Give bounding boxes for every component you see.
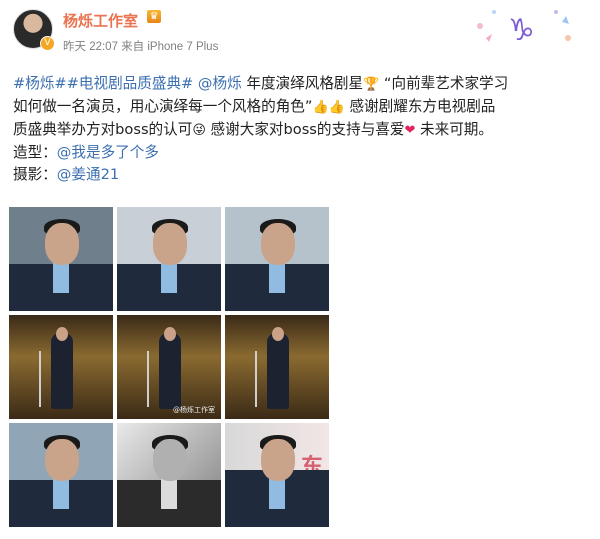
photo-thumbnail[interactable]: 东: [225, 423, 329, 527]
photo-thumbnail[interactable]: [9, 423, 113, 527]
photo-thumbnail[interactable]: [117, 423, 221, 527]
mention-link[interactable]: @姜通21: [57, 166, 119, 183]
post-header: V 杨烁工作室 ♛ 昨天 22:07 来自 iPhone 7 Plus ♑: [0, 0, 600, 62]
post-text: 感谢大家对boss的支持与喜爱: [205, 121, 405, 138]
author-name[interactable]: 杨烁工作室: [63, 10, 138, 31]
heart-icon: ❤: [404, 123, 416, 138]
photo-thumbnail[interactable]: [117, 207, 221, 311]
post-text: 质盛典举办方对boss的认可: [13, 121, 193, 138]
photo-thumbnail[interactable]: [9, 315, 113, 419]
post-text: 未来可期。: [415, 121, 493, 138]
thumbs-up-icon: 👍👍: [312, 100, 345, 115]
mention-link[interactable]: @杨烁: [198, 75, 242, 92]
hashtag-link[interactable]: #杨烁#: [13, 75, 67, 92]
post-text: 感谢剧耀东方电视剧品: [344, 98, 496, 115]
post-meta: 昨天 22:07 来自 iPhone 7 Plus: [63, 41, 219, 53]
wink-icon: 😜: [192, 123, 206, 138]
hashtag-link[interactable]: #电视剧品质盛典#: [67, 75, 194, 92]
photo-thumbnail[interactable]: [225, 315, 329, 419]
post-text: 年度演绎风格剧星: [241, 75, 364, 92]
photo-thumbnail[interactable]: @杨烁工作室: [117, 315, 221, 419]
post-label: 造型：: [13, 144, 57, 161]
post-text: 如何做一名演员，用心演绎每一个风格的角色”: [13, 98, 313, 115]
photo-thumbnail[interactable]: [9, 207, 113, 311]
photo-thumbnail[interactable]: [225, 207, 329, 311]
post-label: 摄影：: [13, 166, 57, 183]
photo-watermark: @杨烁工作室: [173, 406, 215, 414]
photo-grid: @杨烁工作室 东: [9, 207, 329, 530]
mention-link[interactable]: @我是多了个多: [57, 144, 159, 161]
crown-icon[interactable]: ♛: [147, 10, 161, 23]
post-text: “向前辈艺术家学习: [379, 75, 509, 92]
svg-text:♑: ♑: [508, 13, 535, 48]
capricorn-icon: ♑: [477, 10, 571, 48]
trophy-icon: 🏆: [363, 77, 380, 92]
verified-badge-icon: V: [40, 36, 55, 51]
post-content: #杨烁##电视剧品质盛典# @杨烁 年度演绎风格剧星🏆 “向前辈艺术家学习 如何…: [13, 73, 589, 186]
